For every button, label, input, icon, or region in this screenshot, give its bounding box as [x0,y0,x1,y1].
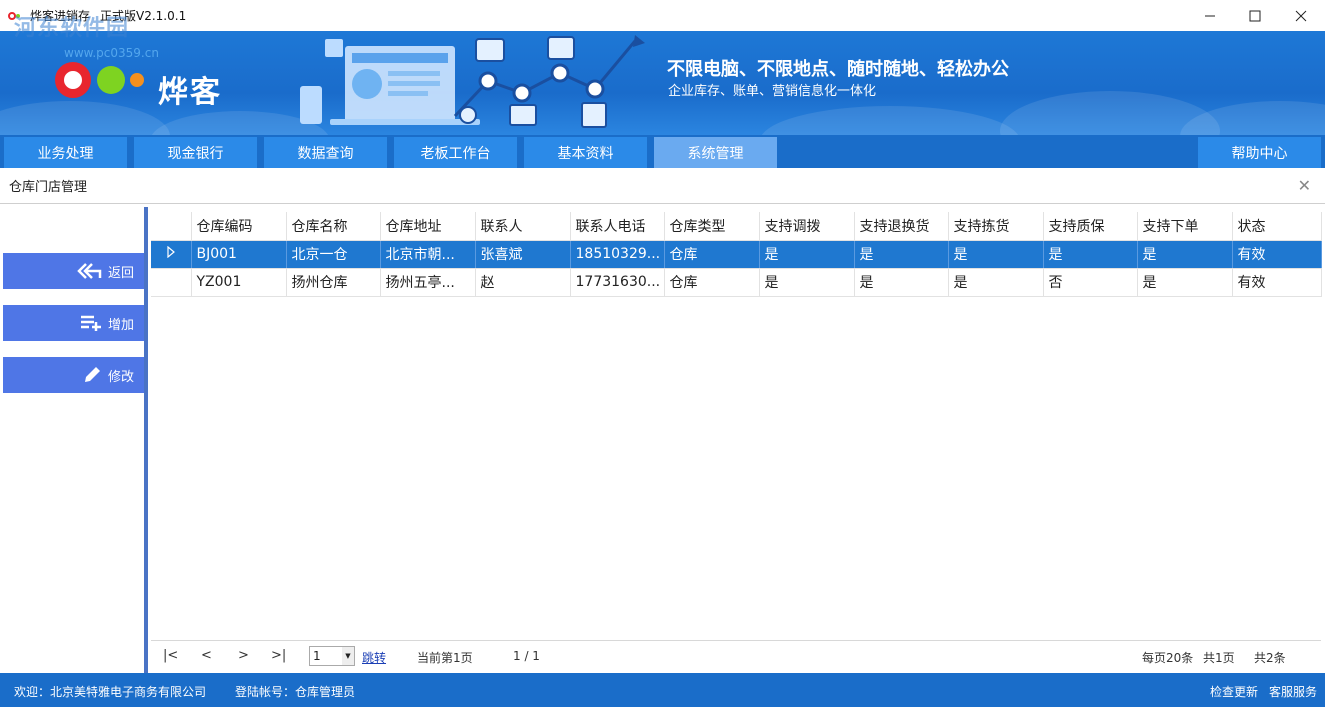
column-header[interactable]: 仓库地址 [380,212,476,241]
table-cell[interactable]: 是 [854,268,949,297]
main-nav: 业务处理 现金银行 数据查询 老板工作台 基本资料 系统管理 帮助中心 [0,135,1325,168]
table-cell[interactable]: 仓库 [664,268,760,297]
table-cell[interactable]: 是 [854,240,949,269]
playlist-add-icon [80,315,101,331]
minimize-button[interactable] [1187,0,1233,31]
tab-cash-bank[interactable]: 现金银行 [134,137,257,168]
brand-logo-text: 烨客 [158,75,222,110]
tab-business[interactable]: 业务处理 [4,137,127,168]
page-title: 仓库门店管理 [9,180,88,195]
edit-label: 修改 [107,369,134,385]
dropdown-arrow-icon[interactable]: ▼ [342,647,354,665]
table-cell[interactable]: BJ001 [191,240,287,269]
maximize-icon [1249,10,1261,21]
status-bar: 欢迎：北京美特雅电子商务有限公司 登陆帐号：仓库管理员 检查更新 客服服务 [0,673,1325,707]
brand-logo-icon [55,62,144,98]
add-label: 增加 [107,317,134,333]
table-cell[interactable]: 张喜斌 [475,240,571,269]
table-cell[interactable]: 仓库 [664,240,760,269]
table-cell[interactable]: 是 [759,268,855,297]
banner-subslogan: 企业库存、账单、营销信息化一体化 [668,84,877,99]
table-cell[interactable]: 是 [948,268,1044,297]
page-number-select[interactable]: 1 ▼ [309,646,355,666]
page-number-value: 1 [313,649,321,663]
close-icon [1295,10,1307,21]
banner-slogan: 不限电脑、不限地点、随时随地、轻松办公 [667,59,1009,80]
table-cell[interactable]: 北京市朝... [380,240,476,269]
action-sidebar: 返回 增加 修改 [2,207,148,673]
table-cell[interactable]: 否 [1043,268,1138,297]
jump-link[interactable]: 跳转 [362,649,386,666]
last-page-button[interactable]: >| [271,648,286,663]
pagination-bar: |< < > >| 1 ▼ 跳转 当前第1页 1 / 1 每页20条 共1页 共… [151,640,1321,672]
total-items-label: 共2条 [1254,651,1286,665]
office-illustration-icon [300,35,645,128]
column-header[interactable]: 状态 [1232,212,1322,241]
per-page-label: 每页20条 [1142,651,1194,665]
check-update-link[interactable]: 检查更新 [1210,683,1258,700]
customer-service-link[interactable]: 客服服务 [1269,683,1317,700]
column-header[interactable]: 支持拣货 [948,212,1044,241]
add-button[interactable]: 增加 [3,305,144,341]
first-page-button[interactable]: |< [163,648,178,663]
table-row[interactable]: BJ001 北京一仓 北京市朝... 张喜斌 18510329... 仓库 是 … [151,240,1322,269]
close-page-icon[interactable]: ✕ [1298,176,1311,195]
tab-help-center[interactable]: 帮助中心 [1198,137,1321,168]
welcome-text: 欢迎：北京美特雅电子商务有限公司 [14,685,207,699]
column-header[interactable]: 支持退换货 [854,212,949,241]
maximize-button[interactable] [1232,0,1278,31]
table-cell[interactable]: YZ001 [191,268,287,297]
table-header-row: 仓库编码 仓库名称 仓库地址 联系人 联系人电话 仓库类型 支持调拨 支持退换货… [151,212,1322,241]
close-window-button[interactable] [1278,0,1324,31]
minimize-icon [1205,15,1215,16]
watermark-url: www.pc0359.cn [64,46,159,60]
table-cell[interactable]: 17731630... [570,268,665,297]
total-pages-label: 共1页 [1203,651,1235,665]
back-label: 返回 [107,265,134,281]
header-banner: 烨客 不限电脑、不限地点、随时随地、轻松办公 企业库存、账单、营销信息化一体化 [0,31,1325,135]
column-header[interactable]: 支持下单 [1137,212,1233,241]
table-cell[interactable]: 扬州仓库 [286,268,381,297]
column-header[interactable]: 联系人 [475,212,571,241]
table-cell[interactable]: 是 [948,240,1044,269]
table-cell[interactable]: 赵 [475,268,571,297]
reply-all-icon [77,263,102,279]
column-header[interactable]: 联系人电话 [570,212,665,241]
column-header[interactable]: 仓库名称 [286,212,381,241]
app-window: 烨客进销存 正式版V2.1.0.1 烨客 不限电脑、不限地点、随时随地、轻松办公… [0,0,1325,707]
table-cell[interactable]: 是 [1043,240,1138,269]
pencil-icon [84,367,100,382]
back-button[interactable]: 返回 [3,253,144,289]
account-text: 登陆帐号：仓库管理员 [235,685,356,699]
tab-basic-data[interactable]: 基本资料 [524,137,647,168]
column-header[interactable]: 仓库编码 [191,212,287,241]
column-header[interactable]: 支持调拨 [759,212,855,241]
current-page-label: 当前第1页 [417,651,473,665]
table-cell[interactable]: 扬州五亭... [380,268,476,297]
watermark-text: 河东软件园 [14,16,130,41]
column-header[interactable]: 支持质保 [1043,212,1138,241]
edit-button[interactable]: 修改 [3,357,144,393]
title-bar: 烨客进销存 正式版V2.1.0.1 [0,0,1325,31]
row-indicator [151,268,192,297]
table-cell[interactable]: 有效 [1232,240,1322,269]
tab-boss-workbench[interactable]: 老板工作台 [394,137,517,168]
column-header-indicator [151,212,192,241]
column-header[interactable]: 仓库类型 [664,212,760,241]
row-indicator-icon [151,240,192,269]
next-page-button[interactable]: > [238,648,249,663]
prev-page-button[interactable]: < [201,648,212,663]
tab-system-management[interactable]: 系统管理 [654,137,777,168]
table-cell[interactable]: 有效 [1232,268,1322,297]
page-header: 仓库门店管理 ✕ [0,168,1325,204]
warehouse-table: 仓库编码 仓库名称 仓库地址 联系人 联系人电话 仓库类型 支持调拨 支持退换货… [151,212,1322,639]
table-cell[interactable]: 18510329... [570,240,665,269]
table-cell[interactable]: 是 [759,240,855,269]
tab-data-query[interactable]: 数据查询 [264,137,387,168]
table-cell[interactable]: 是 [1137,240,1233,269]
table-row[interactable]: YZ001 扬州仓库 扬州五亭... 赵 17731630... 仓库 是 是 … [151,268,1322,297]
page-of-label: 1 / 1 [513,649,540,663]
table-cell[interactable]: 北京一仓 [286,240,381,269]
table-cell[interactable]: 是 [1137,268,1233,297]
